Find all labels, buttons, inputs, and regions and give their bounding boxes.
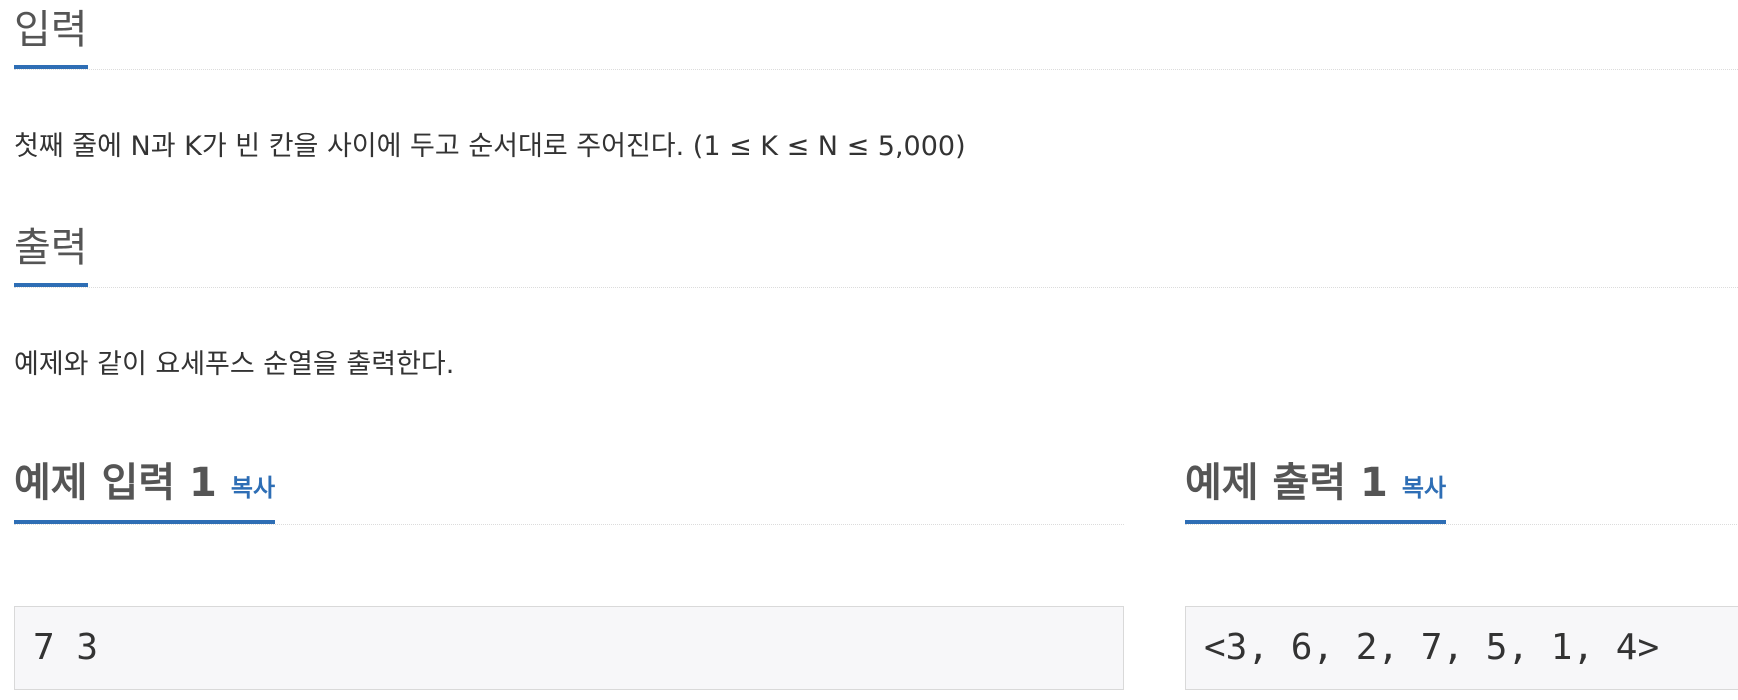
- output-section-title: 출력: [14, 225, 88, 287]
- sample-input-title: 예제 입력 1 복사: [14, 458, 276, 524]
- sample-output-panel: 예제 출력 1 복사 <3, 6, 2, 7, 5, 1, 4>: [1185, 448, 1738, 690]
- sample-input-panel: 예제 입력 1 복사 7 3: [14, 448, 1124, 690]
- input-description: 첫째 줄에 N과 K가 빈 칸을 사이에 두고 순서대로 주어진다. (1 ≤ …: [14, 131, 966, 162]
- input-section-title: 입력: [14, 7, 88, 69]
- output-description: 예제와 같이 요세푸스 순열을 출력한다.: [14, 349, 455, 380]
- output-section-header: 출력: [14, 218, 1738, 288]
- input-section-header: 입력: [14, 0, 1738, 70]
- sample-output-title: 예제 출력 1 복사: [1185, 458, 1447, 524]
- sample-output-title-text: 예제 출력 1: [1185, 460, 1388, 506]
- sample-input-header: 예제 입력 1 복사: [14, 448, 1124, 525]
- sample-output-header: 예제 출력 1 복사: [1185, 448, 1738, 525]
- sample-input-code: 7 3: [14, 606, 1124, 690]
- copy-sample-output-button[interactable]: 복사: [1402, 474, 1446, 502]
- problem-page: 입력 첫째 줄에 N과 K가 빈 칸을 사이에 두고 순서대로 주어진다. (1…: [14, 0, 1738, 690]
- copy-sample-input-button[interactable]: 복사: [231, 474, 275, 502]
- sample-output-code: <3, 6, 2, 7, 5, 1, 4>: [1185, 606, 1738, 690]
- sample-input-title-text: 예제 입력 1: [14, 460, 217, 506]
